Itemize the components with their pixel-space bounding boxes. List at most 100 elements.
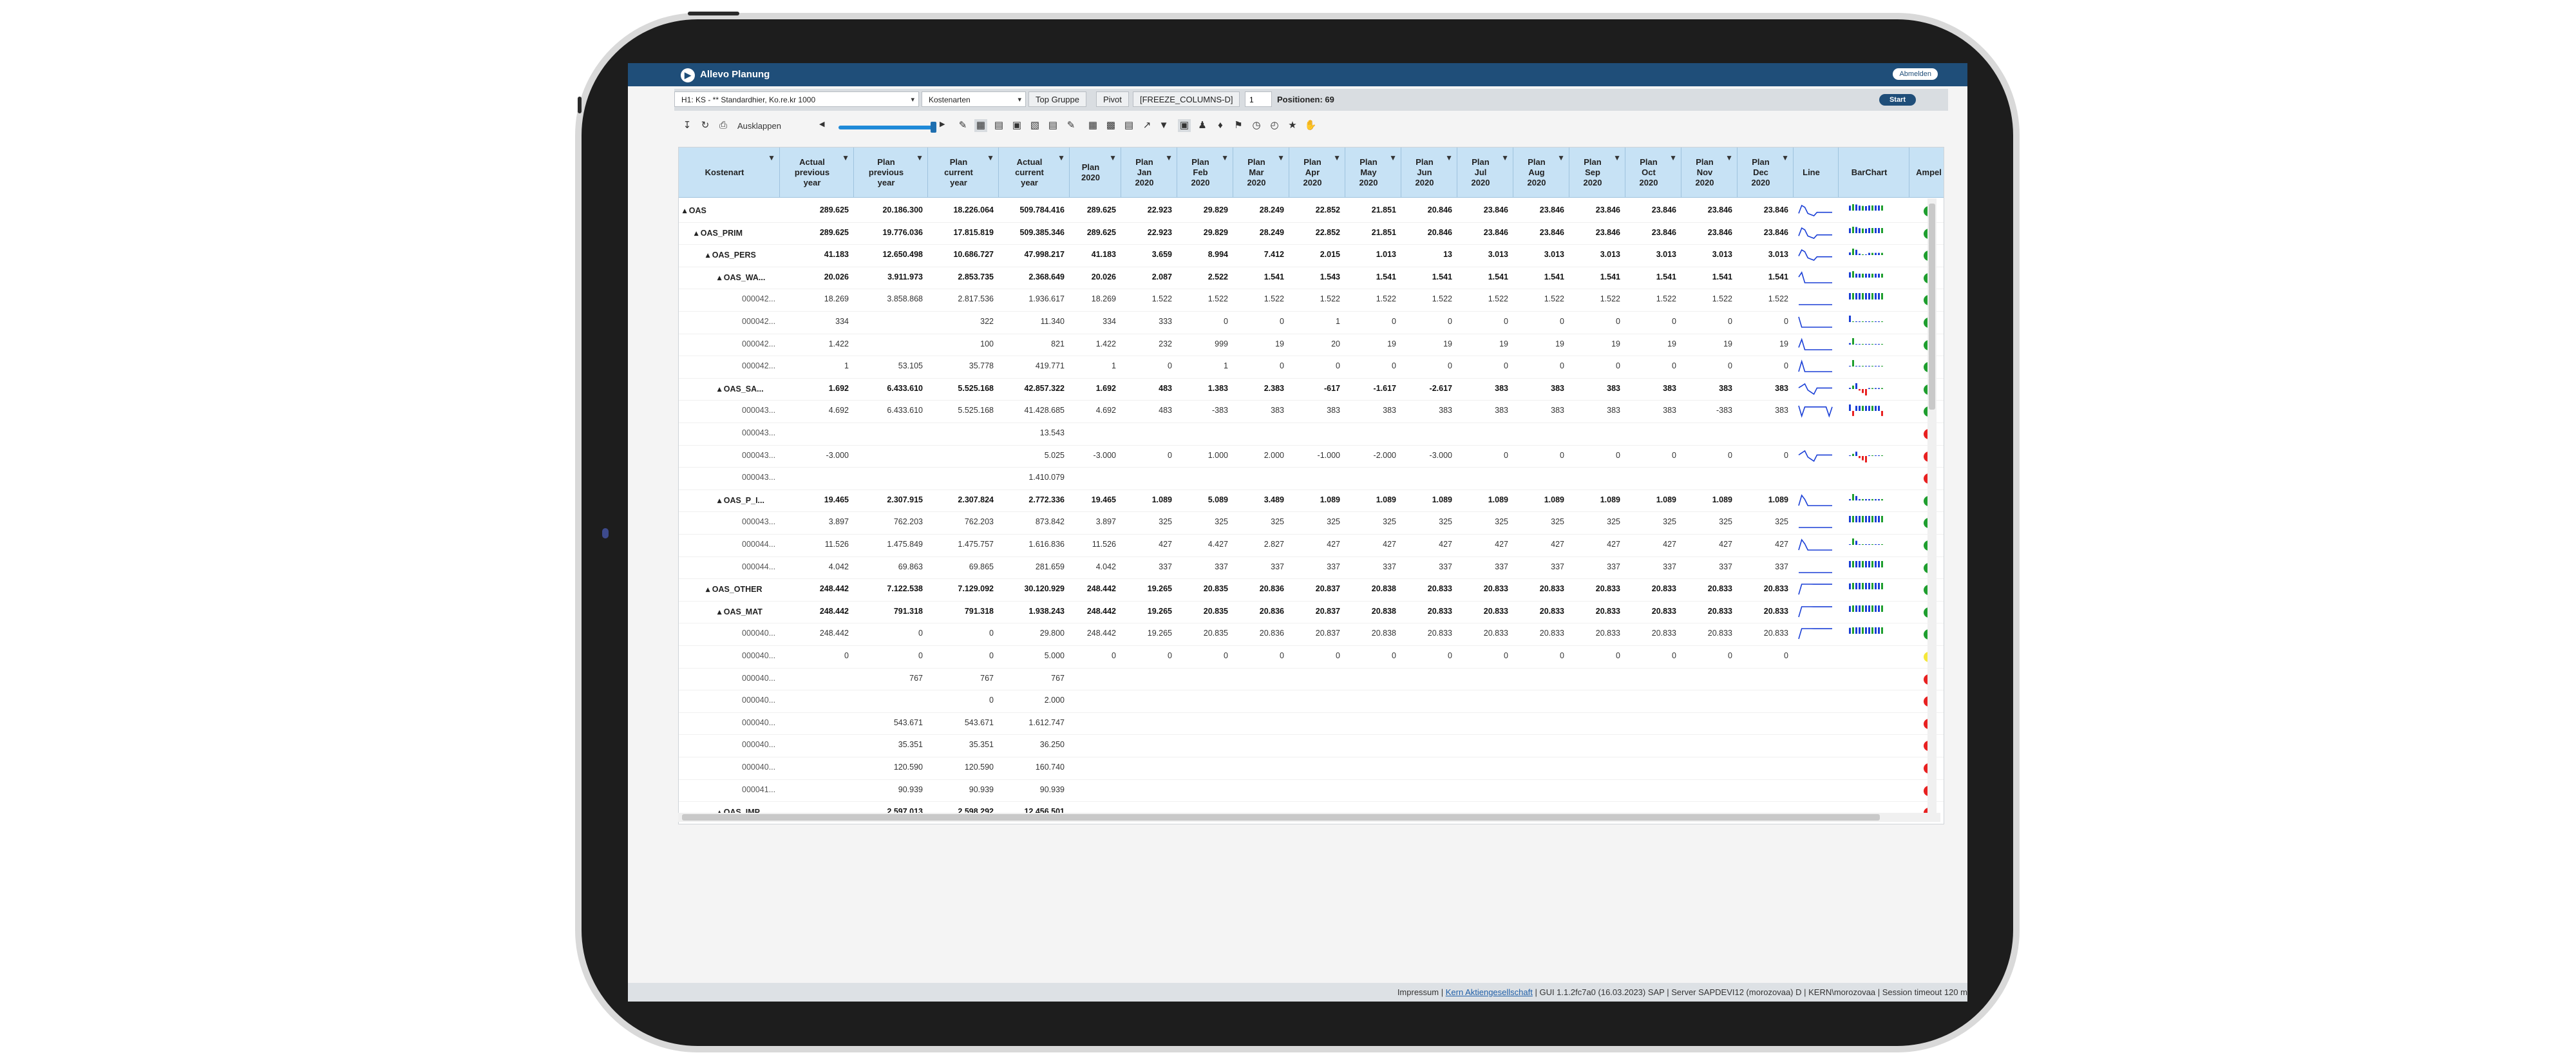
table-cell[interactable]: 281.659 [999,562,1065,571]
table-cell[interactable]: 23.846 [1681,205,1732,214]
table-cell[interactable]: 0 [1345,361,1396,370]
row-label[interactable]: ▴ OAS_SA... [717,384,764,394]
table-cell[interactable]: 23.846 [1457,205,1508,214]
table-cell[interactable]: 1.089 [1457,495,1508,504]
table-cell[interactable]: 20.833 [1681,584,1732,593]
table-cell[interactable]: 325 [1289,517,1340,526]
table-cell[interactable]: 762.203 [854,517,923,526]
table-cell[interactable]: 337 [1401,562,1452,571]
table-cell[interactable]: 20.833 [1625,629,1676,638]
column-header[interactable]: Actual previous year ▼ [780,147,854,198]
table-cell[interactable]: 29.829 [1177,228,1228,237]
table-cell[interactable]: 1.522 [1513,294,1564,303]
table-cell[interactable]: 248.442 [1070,629,1116,638]
table-cell[interactable]: -383 [1177,406,1228,415]
table-cell[interactable]: 20.833 [1569,607,1620,616]
table-cell[interactable]: 21.851 [1345,228,1396,237]
table-cell[interactable]: 19.265 [1121,629,1172,638]
table-cell[interactable]: 2.827 [1233,540,1284,549]
table-cell[interactable]: 19 [1681,339,1732,348]
table-cell[interactable]: 4.692 [1070,406,1116,415]
table-cell[interactable]: 791.318 [854,607,923,616]
table-cell[interactable]: 383 [1401,406,1452,415]
table-cell[interactable]: 2.307.915 [854,495,923,504]
table-cell[interactable]: 3.659 [1121,250,1172,259]
table-cell[interactable]: 29.829 [1177,205,1228,214]
column-filter-icon[interactable]: ▼ [1057,153,1065,163]
table-cell[interactable]: 0 [1121,451,1172,460]
table-cell[interactable]: 19 [1457,339,1508,348]
table-cell[interactable]: 0 [1177,317,1228,326]
monitor-icon[interactable]: ▣ [1178,119,1191,132]
table-cell[interactable]: 0 [1401,317,1452,326]
table-cell[interactable]: 1.475.757 [928,540,994,549]
table-cell[interactable]: 325 [1177,517,1228,526]
table-cell[interactable]: 20.837 [1289,607,1340,616]
column-filter-icon[interactable]: ▼ [1781,153,1789,163]
table-cell[interactable]: 2.307.824 [928,495,994,504]
table-cell[interactable]: 1.541 [1401,272,1452,281]
table-cell[interactable]: 2.853.735 [928,272,994,281]
table-cell[interactable]: 427 [1457,540,1508,549]
table-cell[interactable]: 248.442 [1070,607,1116,616]
table-cell[interactable]: 1.612.747 [999,718,1065,727]
table-cell[interactable]: 3.013 [1569,250,1620,259]
table-cell[interactable]: 19.465 [1070,495,1116,504]
table-cell[interactable]: 325 [1345,517,1396,526]
table-cell[interactable]: 5.089 [1177,495,1228,504]
grid-icon[interactable]: ▩ [1104,119,1117,132]
table-cell[interactable]: 20.846 [1401,205,1452,214]
table-cell[interactable]: 5.000 [999,651,1065,660]
table-cell[interactable]: 337 [1345,562,1396,571]
table-cell[interactable]: 337 [1289,562,1340,571]
table-cell[interactable]: -3.000 [1401,451,1452,460]
table-cell[interactable]: 1.522 [1681,294,1732,303]
table-cell[interactable]: 767 [928,674,994,683]
slider-left-arrow-icon[interactable]: ◀ [819,120,824,128]
row-label[interactable]: ▴ OAS [683,205,706,215]
table-cell[interactable]: 0 [1513,651,1564,660]
table-cell[interactable]: 1.522 [1177,294,1228,303]
table-cell[interactable]: 2.522 [1177,272,1228,281]
column-filter-icon[interactable]: ▼ [1221,153,1229,163]
document-icon[interactable]: ▤ [1046,119,1059,132]
table-cell[interactable]: 3.013 [1513,250,1564,259]
table-cell[interactable]: 23.846 [1681,228,1732,237]
table-cell[interactable]: 325 [1513,517,1564,526]
column-filter-icon[interactable]: ▼ [1501,153,1509,163]
row-label[interactable]: ▴ OAS_PRIM [694,228,743,238]
table-cell[interactable]: 325 [1625,517,1676,526]
hand-icon[interactable]: ✋ [1304,119,1317,132]
table-cell[interactable]: 1.422 [1070,339,1116,348]
column-header[interactable]: Actual current year ▼ [999,147,1070,198]
history-icon[interactable]: ◷ [1250,119,1263,132]
table-cell[interactable]: 20.833 [1513,607,1564,616]
table-cell[interactable]: 0 [1289,651,1340,660]
table-cell[interactable]: 120.590 [928,763,994,772]
table-cell[interactable]: 383 [1625,384,1676,393]
table-cell[interactable]: 100 [928,339,994,348]
table-cell[interactable]: 0 [1569,317,1620,326]
table-cell[interactable]: 2.000 [999,696,1065,705]
table-cell[interactable]: 19.776.036 [854,228,923,237]
column-filter-icon[interactable]: ▼ [1445,153,1453,163]
table-cell[interactable]: 20.837 [1289,584,1340,593]
table-cell[interactable]: 0 [1289,361,1340,370]
freeze-columns-button[interactable]: [FREEZE_COLUMNS-D] [1133,91,1240,107]
row-label[interactable]: ▴ OAS_PERS [706,250,756,260]
kostenarten-select[interactable]: Kostenarten [922,91,1026,107]
table-cell[interactable]: 1.522 [1569,294,1620,303]
column-header[interactable]: Kostenart ▼ [679,147,780,198]
impressum-link[interactable]: Impressum [1397,987,1439,997]
table-cell[interactable]: 20.833 [1569,584,1620,593]
table-cell[interactable]: 383 [1289,406,1340,415]
table-cell[interactable]: 0 [1401,651,1452,660]
table-cell[interactable]: 13.543 [999,428,1065,437]
table-cell[interactable]: -2.000 [1345,451,1396,460]
table-cell[interactable]: 427 [1681,540,1732,549]
table-cell[interactable]: 20.833 [1569,629,1620,638]
table-cell[interactable]: 5.025 [999,451,1065,460]
star-icon[interactable]: ★ [1286,119,1299,132]
table-cell[interactable]: 2.817.536 [928,294,994,303]
export-icon[interactable]: ↧ [681,119,694,132]
